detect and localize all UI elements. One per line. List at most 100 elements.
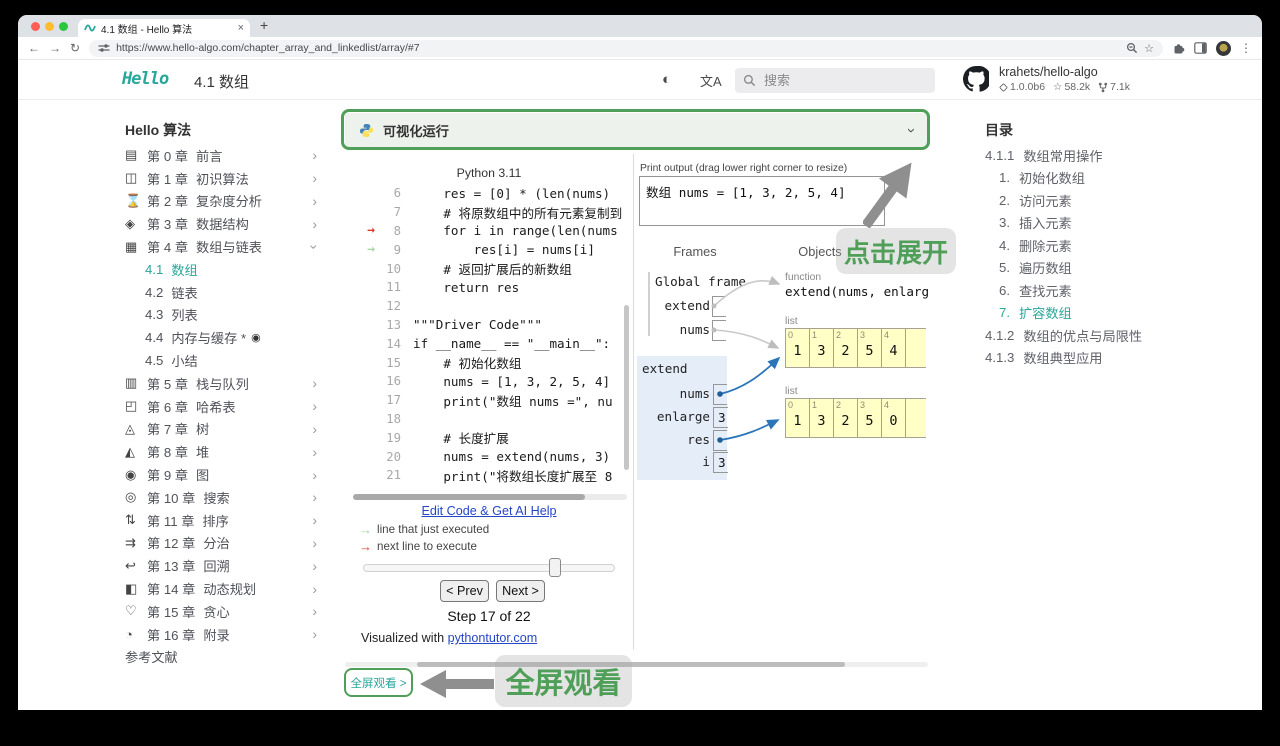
- chevron-down-icon[interactable]: ›: [903, 128, 920, 133]
- toc-item[interactable]: 4. 删除元素: [985, 234, 1225, 257]
- chevron-right-icon: ›: [312, 580, 317, 597]
- variable-ref: [712, 320, 726, 341]
- sidebar-chapter[interactable]: ▦ 第 4 章数组与链表 ›: [125, 235, 325, 258]
- sidebar-chapter[interactable]: ◉ 第 9 章图 ›: [125, 463, 325, 486]
- sidebar-chapter[interactable]: ◎ 第 10 章搜索 ›: [125, 486, 325, 509]
- sidebar-item[interactable]: 4.4 内存与缓存 * ◉: [125, 326, 325, 349]
- code-line: 14 if __name__ == "__main__":: [386, 336, 611, 352]
- toc-item[interactable]: 1. 初始化数组: [985, 167, 1225, 190]
- appendix-icon: ◔: [125, 626, 133, 642]
- extensions-icon[interactable]: [1172, 42, 1185, 55]
- toc: 目录 4.1.1 数组常用操作 1. 初始化数组 2. 访问元素 3. 插入元素 4. 删除元素 5…: [985, 120, 1225, 369]
- search-input[interactable]: [764, 73, 914, 88]
- prev-button[interactable]: < Prev: [440, 580, 489, 602]
- list-cell: 44: [881, 328, 906, 368]
- sidebar-chapter[interactable]: ⌛ 第 2 章复杂度分析 ›: [125, 190, 325, 213]
- search-icon: [743, 74, 756, 87]
- side-panel-icon[interactable]: [1194, 42, 1207, 54]
- back-icon[interactable]: ←: [28, 41, 40, 55]
- toc-item[interactable]: 4.1.1 数组常用操作: [985, 144, 1225, 167]
- browser-tab[interactable]: 4.1 数组 - Hello 算法 ×: [78, 19, 250, 37]
- sidebar-chapter[interactable]: ◧ 第 14 章动态规划 ›: [125, 577, 325, 600]
- sidebar-chapter[interactable]: ◔ 第 16 章附录 ›: [125, 623, 325, 646]
- sidebar-chapter[interactable]: ▥ 第 5 章栈与队列 ›: [125, 372, 325, 395]
- chevron-right-icon: ›: [312, 557, 317, 574]
- translate-icon[interactable]: 文A: [700, 71, 722, 90]
- zoom-icon[interactable]: [1126, 42, 1138, 54]
- sidebar-site-title[interactable]: Hello 算法: [125, 120, 325, 144]
- menu-dots-icon[interactable]: ⋮: [1240, 41, 1252, 55]
- code-line: 19 # 长度扩展: [386, 430, 509, 447]
- sidebar-chapter[interactable]: ◭ 第 8 章堆 ›: [125, 440, 325, 463]
- pythontutor-link[interactable]: pythontutor.com: [448, 631, 538, 645]
- tab-strip: 4.1 数组 - Hello 算法 × +: [18, 15, 1262, 37]
- fullscreen-link[interactable]: 全屏观看 >: [344, 668, 413, 697]
- code-listing: 6 res = [0] * (len(nums) 7 # 将原数组中的所有元素复制…: [351, 184, 627, 496]
- bookmark-star-icon[interactable]: ☆: [1144, 42, 1154, 55]
- site-logo[interactable]: Hello: [122, 69, 169, 89]
- page-title: 4.1 数组: [194, 74, 250, 91]
- sidebar-link[interactable]: 参考文献: [125, 646, 325, 669]
- code-line: 10 # 返回扩展后的新数组: [386, 261, 572, 278]
- new-tab-button[interactable]: +: [260, 17, 268, 33]
- step-indicator: Step 17 of 22: [447, 608, 531, 624]
- chevron-right-icon: ›: [312, 489, 317, 506]
- next-line-arrow-icon: →: [367, 223, 375, 239]
- sidebar-item[interactable]: 4.1 数组: [125, 258, 325, 281]
- code-line: 12: [386, 299, 401, 314]
- sidebar-chapter[interactable]: ◫ 第 1 章初识算法 ›: [125, 167, 325, 190]
- dp-icon: ◧: [125, 580, 138, 596]
- toc-item[interactable]: 4.1.2 数组的优点与局限性: [985, 324, 1225, 347]
- sidebar-chapter[interactable]: ◈ 第 3 章数据结构 ›: [125, 212, 325, 235]
- visual-run-panel-header[interactable]: 可视化运行 ›: [345, 113, 928, 147]
- sidebar-chapter[interactable]: ⇅ 第 11 章排序 ›: [125, 509, 325, 532]
- profile-avatar[interactable]: [1216, 40, 1231, 56]
- github-repo-link[interactable]: krahets/hello-algo 1.0.0b6 ☆ 58.2k 7.1k: [963, 65, 1130, 93]
- code-horizontal-scrollbar[interactable]: [353, 494, 627, 500]
- edit-code-link[interactable]: Edit Code & Get AI Help: [355, 504, 623, 518]
- reload-icon[interactable]: ↻: [70, 41, 80, 55]
- site-settings-icon[interactable]: [98, 42, 110, 54]
- step-slider[interactable]: [363, 558, 615, 577]
- toc-item[interactable]: 3. 插入元素: [985, 212, 1225, 235]
- next-button[interactable]: Next >: [496, 580, 545, 602]
- hourglass-icon: ⌛: [125, 192, 142, 208]
- sidebar-chapter[interactable]: ⇉ 第 12 章分治 ›: [125, 532, 325, 555]
- sidebar-item[interactable]: 4.5 小结: [125, 349, 325, 372]
- expand-arrow-icon: [863, 162, 912, 228]
- url-bar[interactable]: https://www.hello-algo.com/chapter_array…: [89, 39, 1163, 57]
- toc-item[interactable]: 6. 查找元素: [985, 279, 1225, 302]
- variable-ref: [712, 296, 726, 317]
- toc-item[interactable]: 7. 扩容数组: [985, 302, 1225, 325]
- toc-item[interactable]: 4.1.3 数组典型应用: [985, 347, 1225, 370]
- sidebar-chapter[interactable]: ▤ 第 0 章前言 ›: [125, 144, 325, 167]
- code-line: 16 nums = [1, 3, 2, 5, 4]: [386, 373, 611, 389]
- code-line: 6 res = [0] * (len(nums): [393, 185, 611, 201]
- sidebar-chapter[interactable]: ↩ 第 13 章回溯 ›: [125, 554, 325, 577]
- tab-close-icon[interactable]: ×: [238, 22, 244, 34]
- panel-horizontal-scrollbar[interactable]: [345, 662, 928, 667]
- function-object-type: function: [785, 272, 822, 283]
- minimize-window-button[interactable]: [45, 22, 54, 31]
- print-output-box[interactable]: 数组 nums = [1, 3, 2, 5, 4]: [639, 176, 885, 226]
- variable-name: enlarge: [656, 409, 710, 424]
- sidebar-item[interactable]: 4.2 链表: [125, 281, 325, 304]
- list-type-label: list: [785, 316, 798, 327]
- search-box[interactable]: [735, 68, 935, 93]
- toc-title: 目录: [985, 122, 1013, 138]
- toc-item[interactable]: 5. 遍历数组: [985, 257, 1225, 280]
- sidebar-chapter[interactable]: ◰ 第 6 章哈希表 ›: [125, 395, 325, 418]
- sidebar-chapter[interactable]: ◬ 第 7 章树 ›: [125, 418, 325, 441]
- array-grid-icon: ▦: [125, 238, 138, 254]
- sidebar-item[interactable]: 4.3 列表: [125, 304, 325, 327]
- sidebar-chapter[interactable]: ♡ 第 15 章贪心 ›: [125, 600, 325, 623]
- code-vertical-scrollbar[interactable]: [624, 305, 629, 470]
- theme-toggle-icon[interactable]: ◐: [662, 71, 671, 88]
- slider-thumb[interactable]: [549, 558, 561, 577]
- close-window-button[interactable]: [31, 22, 40, 31]
- forward-icon[interactable]: →: [49, 41, 61, 55]
- toc-item[interactable]: 2. 访问元素: [985, 189, 1225, 212]
- list-cell: 40: [881, 398, 906, 438]
- object-list-0: 0113223544: [785, 328, 926, 370]
- maximize-window-button[interactable]: [59, 22, 68, 31]
